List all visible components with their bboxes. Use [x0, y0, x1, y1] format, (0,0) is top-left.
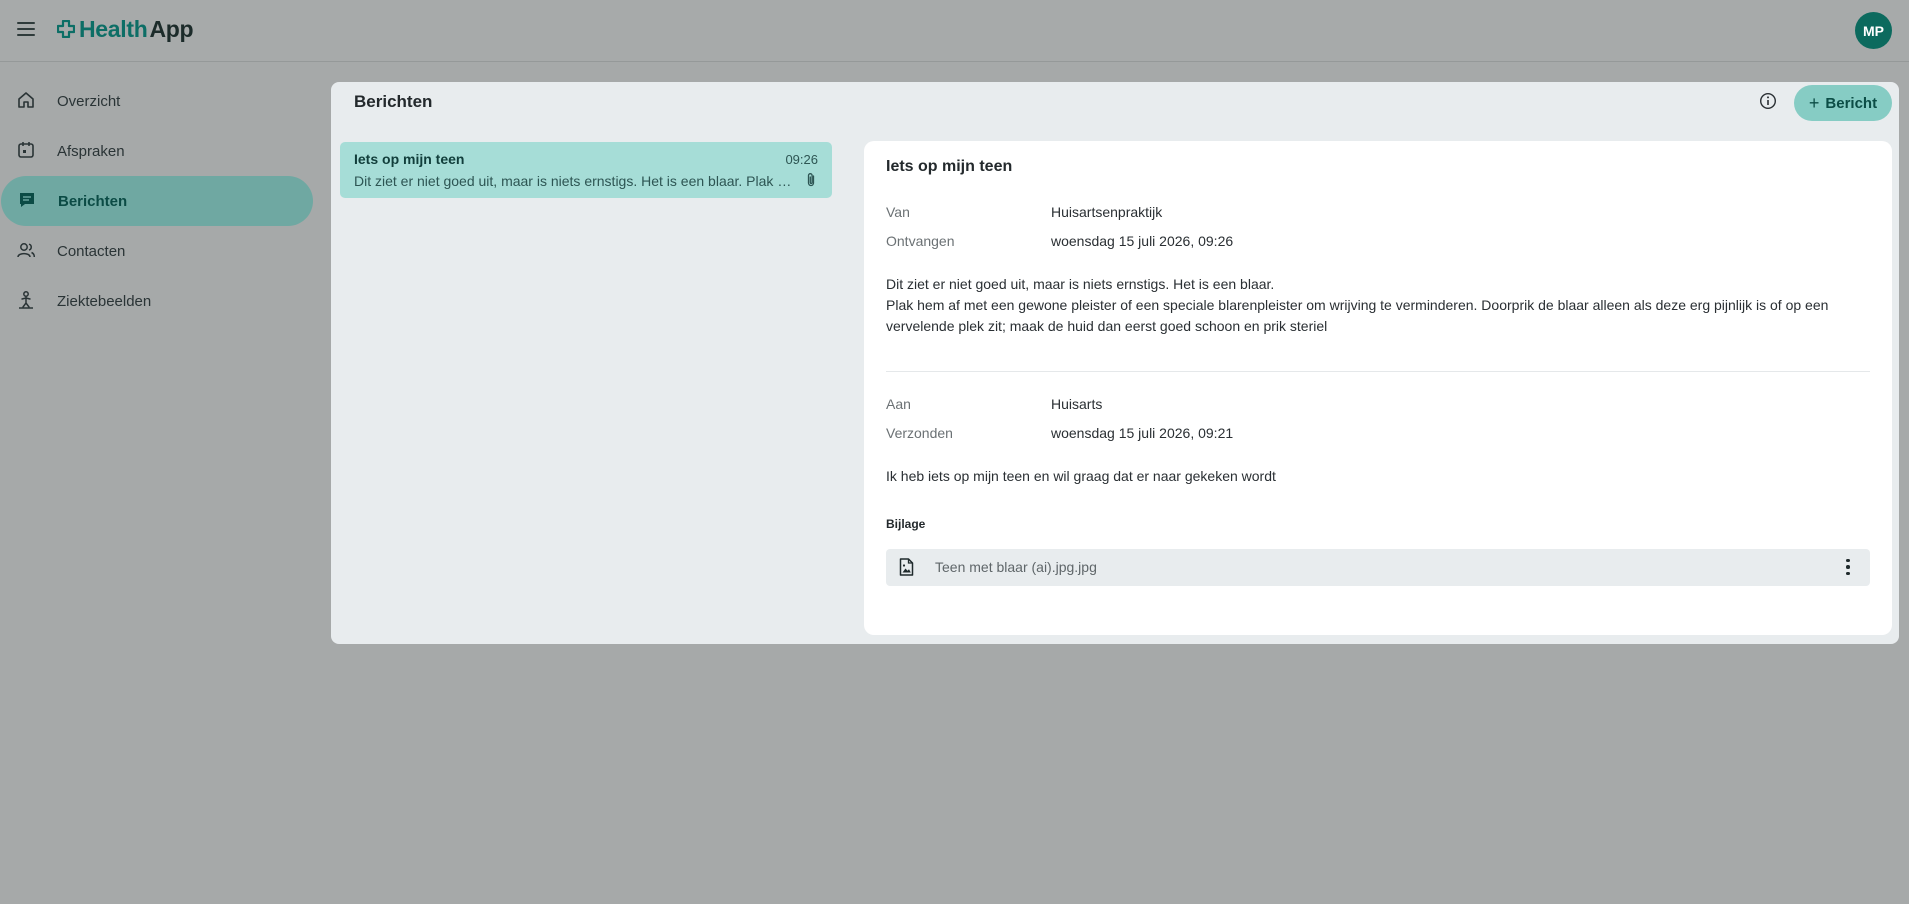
- new-message-button[interactable]: + Bericht: [1794, 85, 1892, 121]
- sent-label: Verzonden: [886, 425, 953, 441]
- more-options-icon[interactable]: [1834, 553, 1862, 581]
- attachment-heading: Bijlage: [886, 517, 926, 531]
- detail-subject: Iets op mijn teen: [886, 158, 1013, 175]
- calendar-icon: [18, 142, 34, 158]
- sidebar-item-label: Berichten: [58, 192, 128, 210]
- from-label: Van: [886, 204, 910, 220]
- messages-panel: Berichten + Bericht Iets op mijn teen 09…: [331, 82, 1899, 644]
- page-title: Berichten: [354, 92, 433, 111]
- contacts-icon: [17, 243, 36, 258]
- paperclip-icon: [807, 173, 815, 187]
- sidebar-item-afspraken[interactable]: Afspraken: [0, 126, 312, 176]
- user-avatar[interactable]: MP: [1855, 12, 1892, 49]
- sent-body: Ik heb iets op mijn teen en wil graag da…: [886, 468, 1276, 484]
- info-icon[interactable]: [1759, 92, 1777, 110]
- sent-value: woensdag 15 juli 2026, 09:21: [1051, 425, 1234, 441]
- sidebar-item-label: Contacten: [57, 242, 126, 260]
- sidebar-item-label: Afspraken: [57, 142, 125, 160]
- home-icon: [18, 92, 34, 108]
- plus-icon: +: [1808, 93, 1820, 113]
- from-value: Huisartsenpraktijk: [1051, 204, 1163, 220]
- image-file-icon: [899, 558, 914, 576]
- message-preview: Dit ziet er niet goed uit, maar is niets…: [354, 173, 794, 189]
- logo-text-health: Health: [79, 15, 148, 42]
- top-bar: Health App MP: [0, 0, 1909, 62]
- sidebar-item-ziektebeelden[interactable]: Ziektebeelden: [0, 276, 312, 326]
- sidebar-item-berichten[interactable]: Berichten: [1, 176, 313, 226]
- message-subject: Iets op mijn teen: [354, 151, 465, 167]
- received-value: woensdag 15 juli 2026, 09:26: [1051, 233, 1234, 249]
- to-value: Huisarts: [1051, 396, 1103, 412]
- sidebar-item-label: Overzicht: [57, 92, 121, 110]
- logo-text-app: App: [149, 15, 194, 42]
- received-label: Ontvangen: [886, 233, 955, 249]
- sidebar: Overzicht Afspraken Berichten Contacten: [0, 76, 320, 326]
- received-body: Dit ziet er niet goed uit, maar is niets…: [886, 274, 1876, 337]
- app-logo[interactable]: Health App: [57, 15, 194, 43]
- logo-cross-icon: [57, 20, 75, 38]
- menu-icon[interactable]: [16, 19, 36, 39]
- sidebar-item-label: Ziektebeelden: [57, 292, 152, 310]
- message-icon: [20, 193, 34, 207]
- message-time: 09:26: [785, 152, 818, 167]
- divider: [886, 371, 1870, 372]
- received-body-line1: Dit ziet er niet goed uit, maar is niets…: [886, 276, 1275, 292]
- attachment-item[interactable]: Teen met blaar (ai).jpg.jpg: [886, 549, 1870, 586]
- to-label: Aan: [886, 396, 911, 412]
- medical-icon: [19, 291, 33, 309]
- received-body-line2: Plak hem af met een gewone pleister of e…: [886, 297, 1829, 334]
- new-message-label: Bericht: [1825, 94, 1878, 112]
- attachment-file-name: Teen met blaar (ai).jpg.jpg: [935, 559, 1097, 575]
- message-detail: Iets op mijn teen Van Huisartsenpraktijk…: [864, 141, 1892, 635]
- sidebar-item-overzicht[interactable]: Overzicht: [0, 76, 312, 126]
- message-list-item[interactable]: Iets op mijn teen 09:26 Dit ziet er niet…: [340, 142, 832, 198]
- sidebar-item-contacten[interactable]: Contacten: [0, 226, 312, 276]
